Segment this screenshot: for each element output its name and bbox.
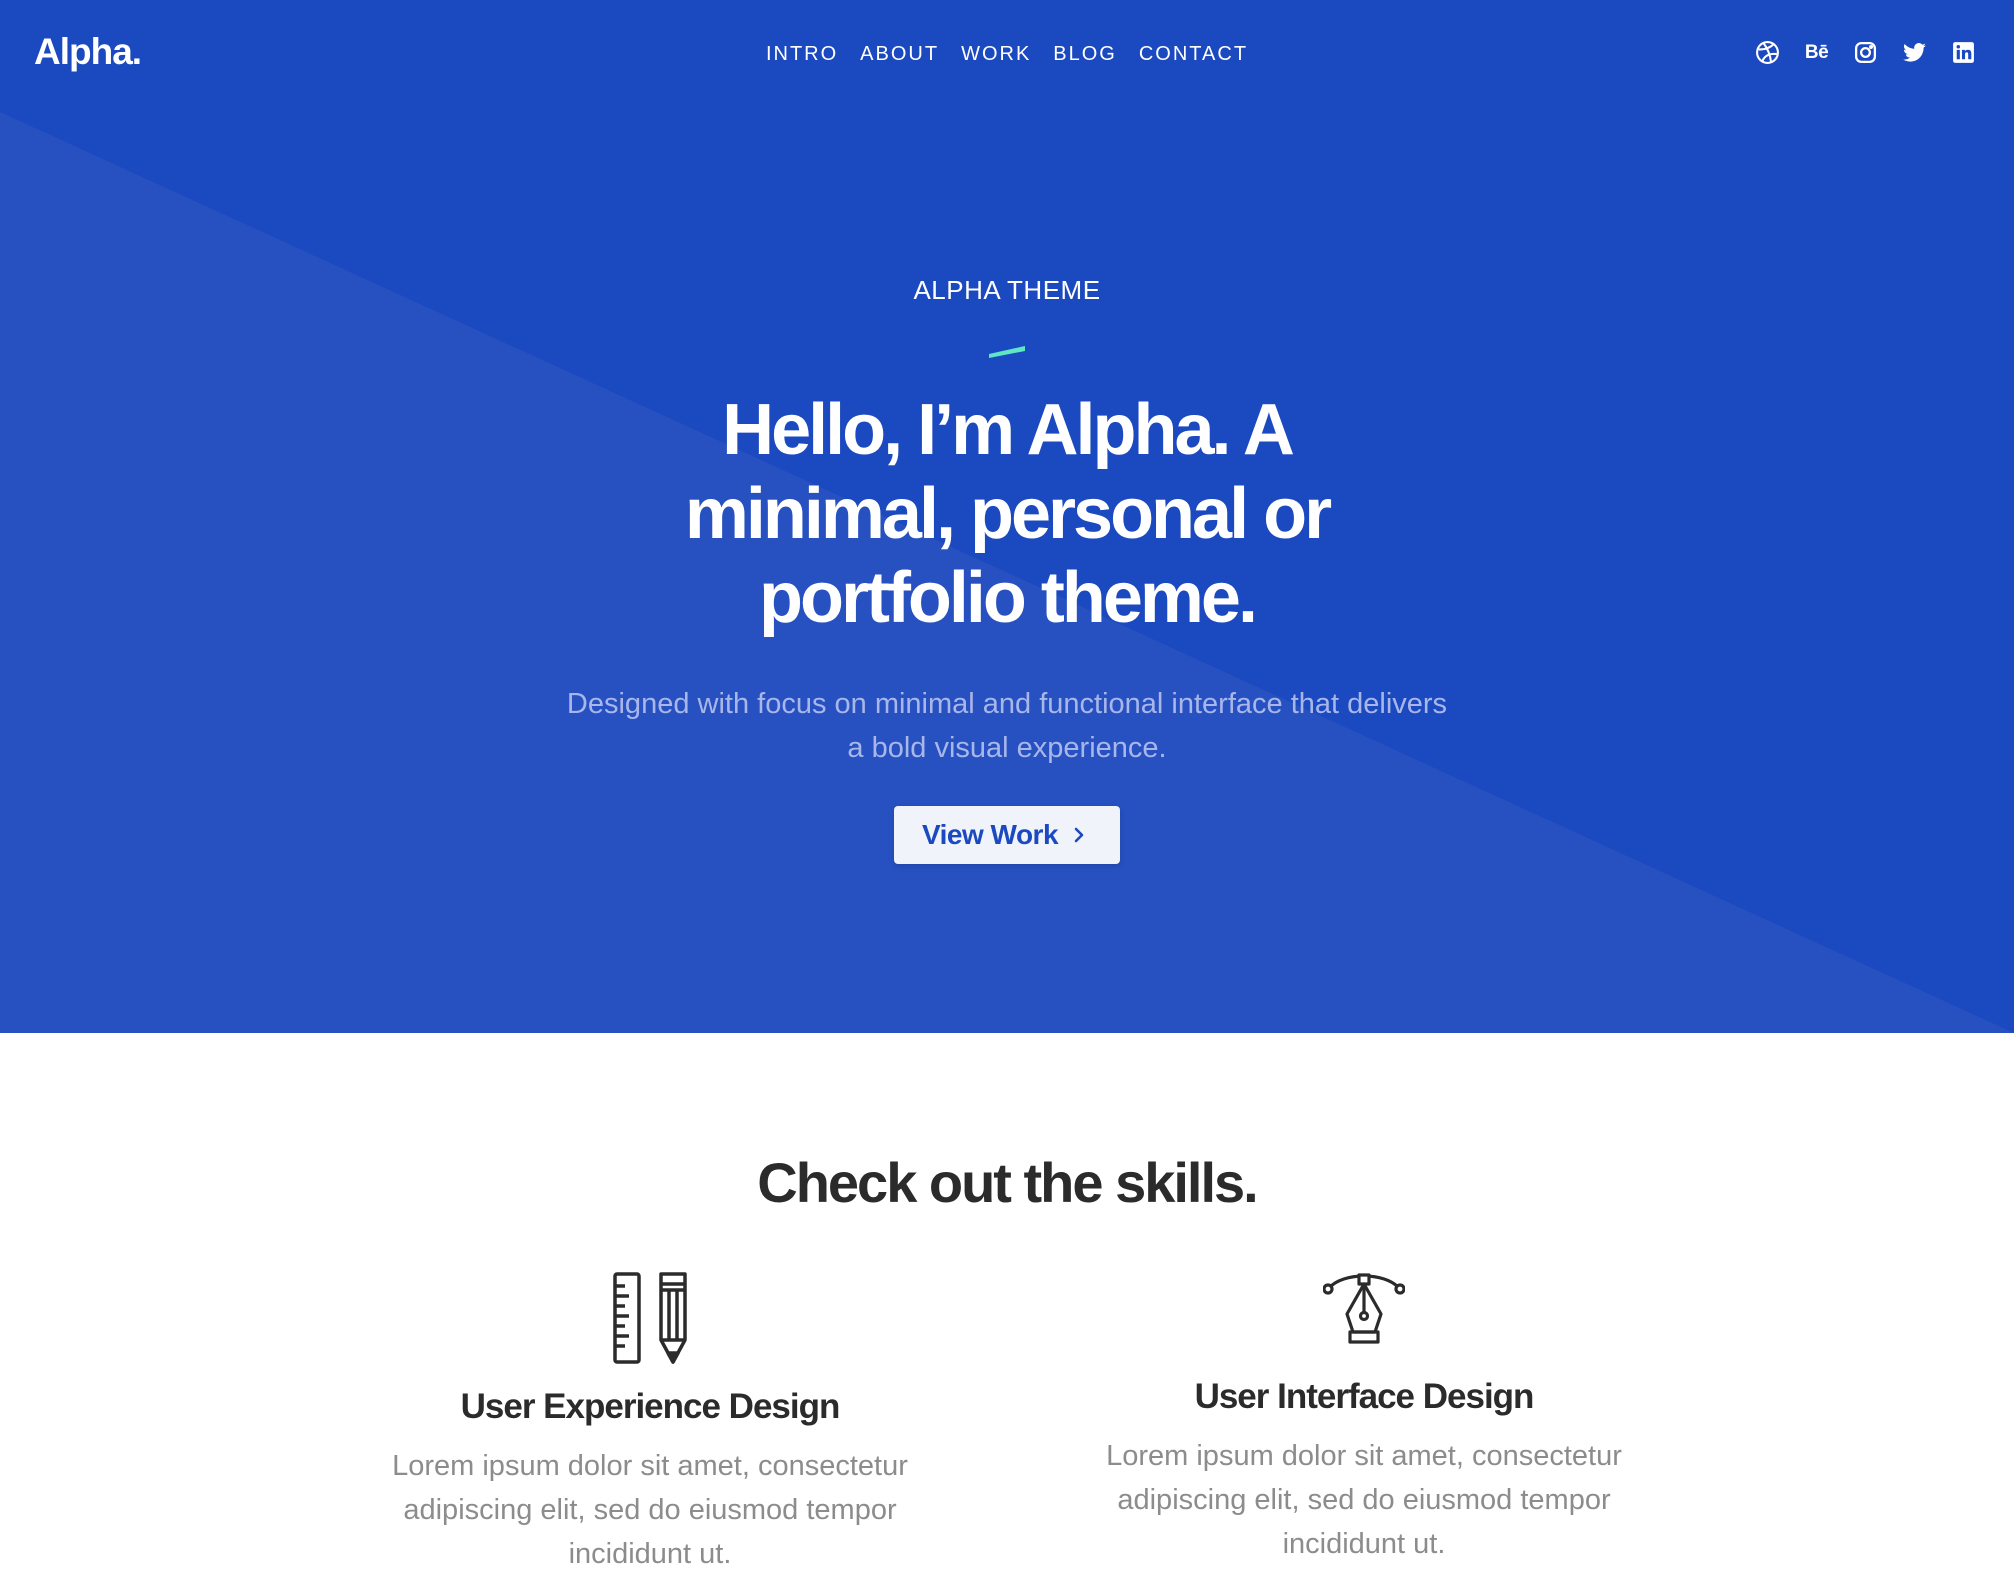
- hero-eyebrow: ALPHA THEME: [913, 275, 1101, 305]
- behance-icon[interactable]: Bē: [1804, 40, 1829, 65]
- view-work-button[interactable]: View Work: [893, 806, 1121, 864]
- instagram-icon[interactable]: [1853, 40, 1878, 65]
- behance-label: Bē: [1804, 42, 1829, 63]
- skill-description: Lorem ipsum dolor sit amet, consectetur …: [1106, 1440, 1622, 1560]
- accent-dash: [989, 346, 1025, 358]
- view-work-label: View Work: [921, 819, 1059, 850]
- hero-headline: Hello, I’m Alpha. A minimal, personal or…: [684, 390, 1332, 638]
- nav-item-intro[interactable]: INTRO: [766, 40, 838, 68]
- linkedin-icon[interactable]: [1951, 40, 1976, 65]
- hero-subline: Designed with focus on minimal and funct…: [566, 688, 1448, 764]
- top-bar: Alpha. INTRO ABOUT WORK BLOG CONTACT Bē: [0, 0, 2014, 110]
- chevron-right-icon: [1074, 827, 1084, 843]
- ruler-pencil-icon: [613, 1272, 687, 1364]
- dribbble-icon[interactable]: [1755, 40, 1780, 65]
- nav-item-work[interactable]: WORK: [961, 40, 1031, 68]
- main-nav: INTRO ABOUT WORK BLOG CONTACT: [0, 40, 2014, 68]
- logo[interactable]: Alpha.: [34, 30, 142, 74]
- skill-card-ux: User Experience Design Lorem ipsum dolor…: [370, 1270, 930, 1576]
- skill-title: User Interface Design: [1194, 1377, 1535, 1416]
- pen-tool-icon: [1323, 1273, 1405, 1344]
- hero-content: ALPHA THEME Hello, I’m Alpha. A minimal,…: [0, 270, 2014, 864]
- nav-item-blog[interactable]: BLOG: [1053, 40, 1117, 68]
- hero-section: Alpha. INTRO ABOUT WORK BLOG CONTACT Bē …: [0, 0, 2014, 1033]
- skills-title: Check out the skills.: [757, 1151, 1259, 1214]
- twitter-icon[interactable]: [1902, 40, 1927, 65]
- skill-card-ui: User Interface Design Lorem ipsum dolor …: [1084, 1270, 1644, 1566]
- social-links: Bē: [1755, 40, 1976, 65]
- skill-description: Lorem ipsum dolor sit amet, consectetur …: [392, 1450, 908, 1570]
- skill-title: User Experience Design: [460, 1387, 841, 1426]
- nav-item-contact[interactable]: CONTACT: [1139, 40, 1248, 68]
- nav-item-about[interactable]: ABOUT: [860, 40, 939, 68]
